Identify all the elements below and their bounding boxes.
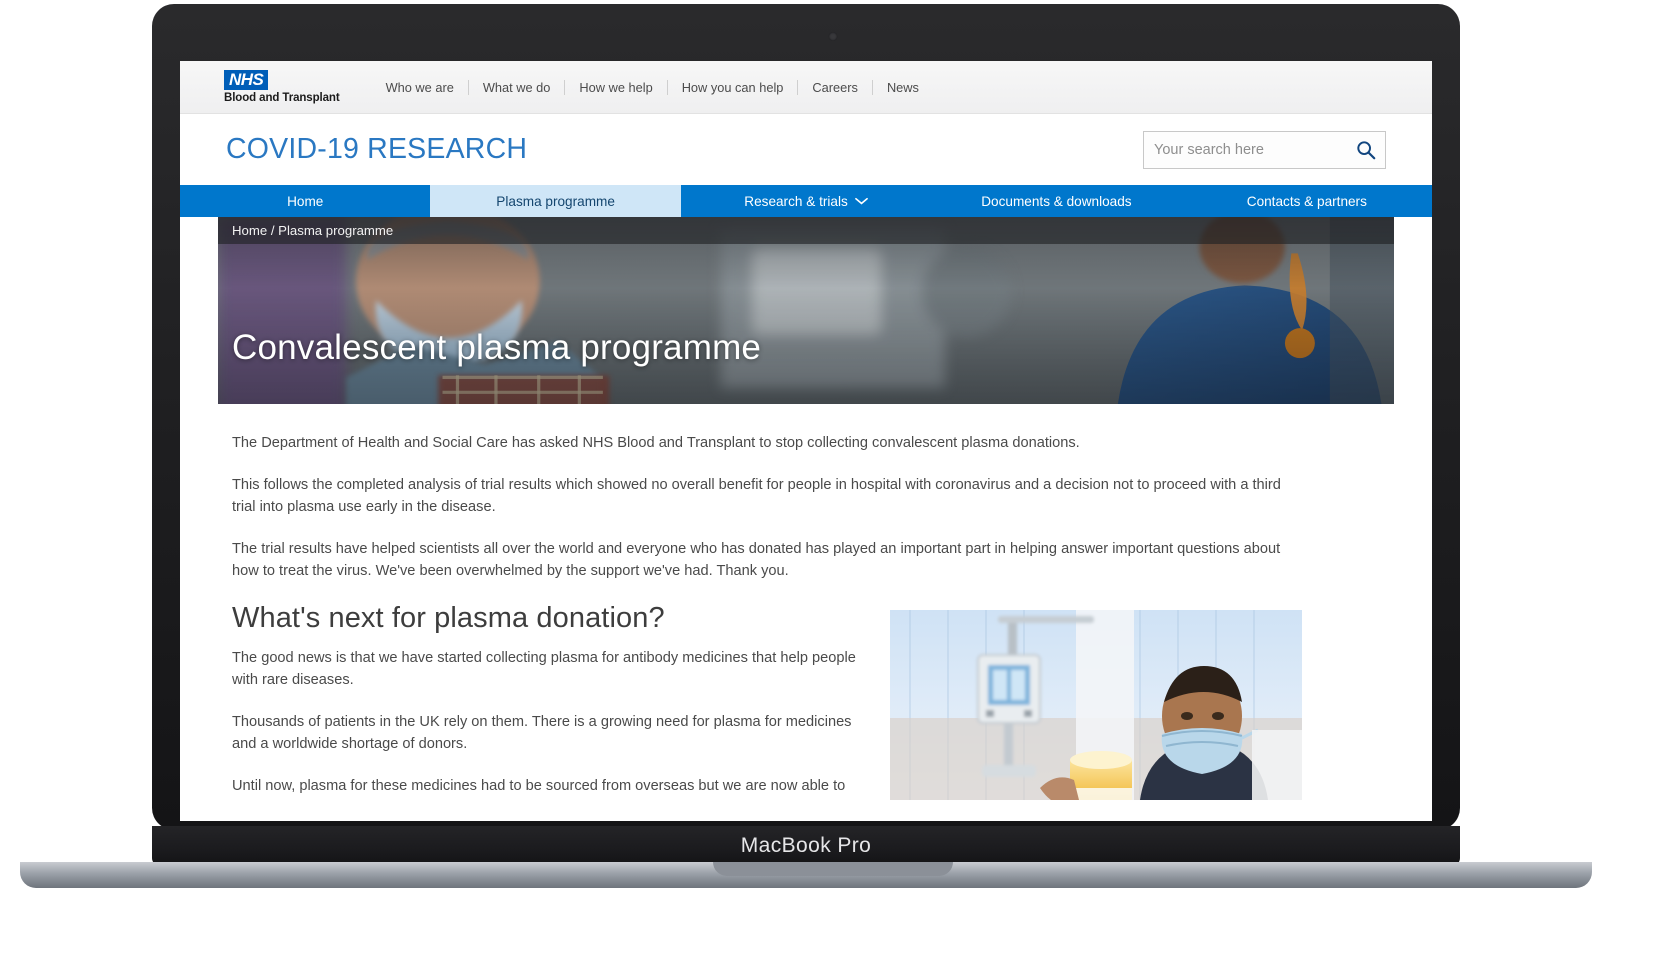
- section-split: What's next for plasma donation? The goo…: [232, 602, 1386, 817]
- section-paragraph-1: The good news is that we have started co…: [232, 650, 856, 688]
- brand-row: COVID-19 RESEARCH: [180, 114, 1432, 185]
- main-content: The Department of Health and Social Care…: [180, 404, 1432, 817]
- utility-bar: NHS Blood and Transplant Who we are What…: [180, 61, 1432, 114]
- plasma-donor-photo-svg: [890, 610, 1302, 800]
- laptop-notch: [713, 862, 953, 876]
- breadcrumb[interactable]: Home / Plasma programme: [232, 223, 393, 238]
- search-icon[interactable]: [1355, 139, 1377, 161]
- utility-link-how-you-can-help[interactable]: How you can help: [668, 79, 799, 95]
- main-navigation: Home Plasma programme Research & trials …: [180, 185, 1432, 217]
- nav-item-plasma-programme[interactable]: Plasma programme: [430, 185, 681, 217]
- breadcrumb-bar: Home / Plasma programme: [218, 217, 1394, 244]
- utility-link-news[interactable]: News: [873, 80, 933, 95]
- intro-paragraph-1: The Department of Health and Social Care…: [232, 435, 1080, 451]
- utility-link-who-we-are[interactable]: Who we are: [372, 79, 469, 95]
- section-heading: What's next for plasma donation?: [232, 602, 665, 634]
- hero-title: Convalescent plasma programme: [232, 328, 762, 367]
- nav-item-contacts-and-partners[interactable]: Contacts & partners: [1181, 185, 1432, 217]
- chevron-down-icon[interactable]: [854, 197, 868, 205]
- hero-overlay: [218, 217, 1394, 404]
- intro-paragraph-3: The trial results have helped scientists…: [232, 541, 1281, 579]
- search-input[interactable]: [1154, 141, 1355, 158]
- utility-links: Who we are What we do How we help How yo…: [372, 76, 933, 98]
- section-image-column: [890, 602, 1386, 800]
- page-title: COVID-19 RESEARCH: [226, 133, 528, 165]
- section-paragraph-3: Until now, plasma for these medicines ha…: [232, 778, 846, 794]
- utility-link-how-we-help[interactable]: How we help: [565, 79, 668, 95]
- plasma-donor-photo: [890, 610, 1302, 800]
- nav-item-research-and-trials[interactable]: Research & trials: [680, 185, 932, 217]
- screenshot-stage: NHS Blood and Transplant Who we are What…: [0, 0, 1666, 960]
- search-box[interactable]: [1143, 130, 1386, 169]
- intro-paragraph-2: This follows the completed analysis of t…: [232, 477, 1281, 515]
- laptop-base: MacBook Pro: [152, 826, 1460, 866]
- browser-viewport: NHS Blood and Transplant Who we are What…: [180, 61, 1432, 821]
- utility-link-careers[interactable]: Careers: [798, 79, 873, 95]
- section-text-column: What's next for plasma donation? The goo…: [232, 602, 862, 817]
- nhs-logo[interactable]: NHS Blood and Transplant: [224, 69, 340, 105]
- nav-item-home[interactable]: Home: [180, 185, 431, 217]
- nav-label-plasma-programme: Plasma programme: [496, 193, 615, 209]
- nav-label-documents-and-downloads: Documents & downloads: [981, 193, 1132, 209]
- nav-label-contacts-and-partners: Contacts & partners: [1246, 193, 1367, 209]
- utility-link-what-we-do[interactable]: What we do: [469, 79, 566, 95]
- nav-item-documents-and-downloads[interactable]: Documents & downloads: [931, 185, 1182, 217]
- nav-label-research-and-trials: Research & trials: [744, 193, 848, 209]
- device-label: MacBook Pro: [740, 834, 872, 857]
- nhs-badge-text: NHS: [224, 69, 268, 91]
- nav-label-home: Home: [287, 193, 324, 209]
- webcam-icon: [828, 32, 838, 41]
- section-paragraph-2: Thousands of patients in the UK rely on …: [232, 714, 852, 752]
- nhs-logo-subtitle: Blood and Transplant: [224, 92, 340, 105]
- hero-banner: Home / Plasma programme Convalescent pla…: [218, 217, 1394, 404]
